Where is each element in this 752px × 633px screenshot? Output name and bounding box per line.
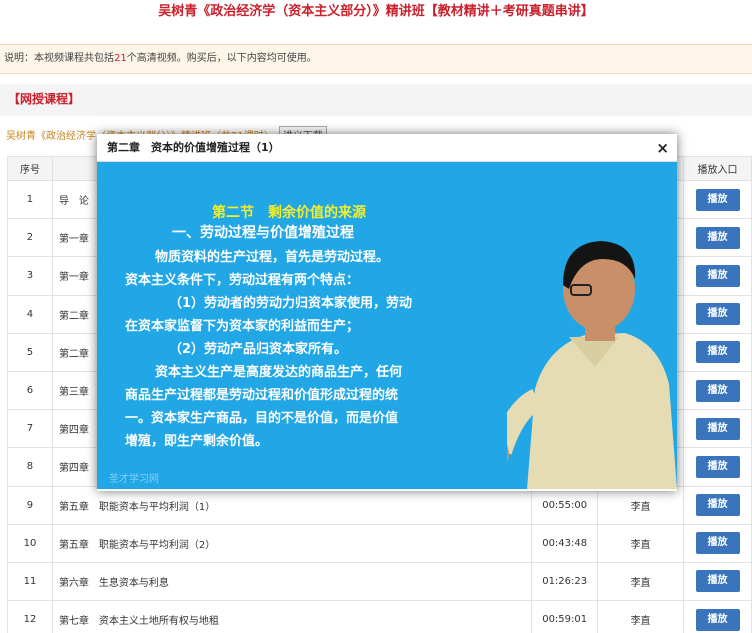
lesson-duration: 00:43:48: [531, 523, 599, 563]
play-button[interactable]: 播放: [695, 264, 740, 287]
play-button[interactable]: 播放: [695, 417, 740, 440]
slide-line: 资本主义条件下，劳动过程有两个特点：: [125, 273, 360, 288]
close-icon[interactable]: ×: [656, 136, 669, 160]
lesson-teacher: 李直: [597, 561, 684, 602]
slide-line: 在资本家监督下为资本家的利益而生产；: [125, 319, 360, 334]
lesson-teacher: 李直: [597, 600, 684, 633]
notice-suffix: 个高清视频。购买后，以下内容均可使用。: [126, 53, 317, 64]
play-button[interactable]: 播放: [695, 188, 740, 211]
table-row: 9 第五章 职能资本与平均利润（1） 00:55:00 李直 播放: [7, 485, 752, 525]
row-number: 5: [7, 332, 53, 372]
play-cell: 播放: [683, 523, 752, 563]
play-cell: 播放: [683, 370, 752, 411]
video-player[interactable]: 第二节 剩余价值的来源 一、劳动过程与价值增殖过程 物质资料的生产过程，首先是劳…: [97, 162, 677, 489]
modal-title: 第二章 资本的价值增殖过程（1）: [97, 134, 677, 162]
play-button[interactable]: 播放: [695, 379, 740, 402]
notice-count: 21: [114, 53, 127, 64]
play-button[interactable]: 播放: [695, 226, 740, 249]
play-button[interactable]: 播放: [695, 532, 740, 555]
col-header-play: 播放入口: [683, 156, 752, 181]
play-cell: 播放: [683, 600, 752, 633]
slide-line: 一。资本家生产商品，目的不是价值，而是价值: [125, 411, 399, 426]
play-cell: 播放: [683, 561, 752, 602]
slide-line: 商品生产过程都是劳动过程和价值形成过程的统: [125, 388, 399, 403]
page-header: 吴树青《政治经济学（资本主义部分）》精讲班【教材精讲＋考研真题串讲】: [0, 0, 752, 28]
play-cell: 播放: [683, 256, 752, 296]
section-heading: 【网授课程】: [8, 92, 81, 106]
slide-line: 物质资料的生产过程，首先是劳动过程。: [155, 250, 390, 265]
slide-line: 增殖，即生产剩余价值。: [125, 434, 269, 449]
play-button[interactable]: 播放: [695, 455, 740, 478]
play-cell: 播放: [683, 179, 752, 220]
col-header-no: 序号: [7, 156, 53, 181]
play-button[interactable]: 播放: [695, 341, 740, 364]
table-row: 10 第五章 职能资本与平均利润（2） 00:43:48 李直 播放: [7, 523, 752, 563]
play-cell: 播放: [683, 294, 752, 334]
slide-line: （2）劳动产品归资本家所有。: [169, 342, 348, 357]
row-number: 3: [7, 256, 53, 296]
row-number: 10: [7, 523, 53, 563]
play-cell: 播放: [683, 485, 752, 525]
row-number: 9: [7, 485, 53, 525]
lesson-title: 第五章 职能资本与平均利润（1）: [51, 485, 533, 525]
lesson-title: 第五章 职能资本与平均利润（2）: [51, 523, 533, 563]
lesson-duration: 00:59:01: [531, 600, 599, 633]
page-title: 吴树青《政治经济学（资本主义部分）》精讲班【教材精讲＋考研真题串讲】: [158, 4, 594, 19]
row-number: 7: [7, 409, 53, 449]
play-button[interactable]: 播放: [695, 494, 740, 517]
table-row: 11 第六章 生息资本与利息 01:26:23 李直 播放: [7, 561, 752, 602]
slide-line: 第二节 剩余价值的来源: [212, 205, 366, 221]
row-number: 12: [7, 600, 53, 633]
video-modal: 第二章 资本的价值增殖过程（1） × 第二节 剩余价值的来源 一、劳动过程与价值…: [97, 134, 677, 491]
play-button[interactable]: 播放: [695, 303, 740, 326]
row-number: 6: [7, 370, 53, 411]
row-number: 11: [7, 561, 53, 602]
row-number: 1: [7, 179, 53, 220]
lesson-duration: 00:55:00: [531, 485, 599, 525]
play-button[interactable]: 播放: [695, 608, 740, 631]
slide-line: 资本主义生产是高度发达的商品生产，任何: [155, 365, 403, 380]
slide-line: 一、劳动过程与价值增殖过程: [172, 225, 354, 241]
lesson-title: 第七章 资本主义土地所有权与地租: [51, 600, 533, 633]
video-watermark: 圣才学习网: [109, 474, 159, 485]
lecturer-figure: [507, 241, 677, 489]
play-cell: 播放: [683, 332, 752, 372]
notice-bar: 说明：本视频课程共包括21个高清视频。购买后，以下内容均可使用。: [0, 44, 752, 74]
section-header: 【网授课程】: [0, 84, 752, 116]
lesson-teacher: 李直: [597, 485, 684, 525]
lesson-teacher: 李直: [597, 523, 684, 563]
row-number: 4: [7, 294, 53, 334]
slide-line: （1）劳动者的劳动力归资本家使用，劳动: [169, 296, 413, 311]
table-row: 12 第七章 资本主义土地所有权与地租 00:59:01 李直 播放: [7, 600, 752, 633]
lesson-duration: 01:26:23: [531, 561, 599, 602]
play-button[interactable]: 播放: [695, 570, 740, 593]
row-number: 2: [7, 218, 53, 258]
play-cell: 播放: [683, 409, 752, 449]
play-cell: 播放: [683, 218, 752, 258]
lesson-title: 第六章 生息资本与利息: [51, 561, 533, 602]
notice-prefix: 说明：本视频课程共包括: [4, 53, 114, 64]
row-number: 8: [7, 447, 53, 487]
play-cell: 播放: [683, 447, 752, 487]
